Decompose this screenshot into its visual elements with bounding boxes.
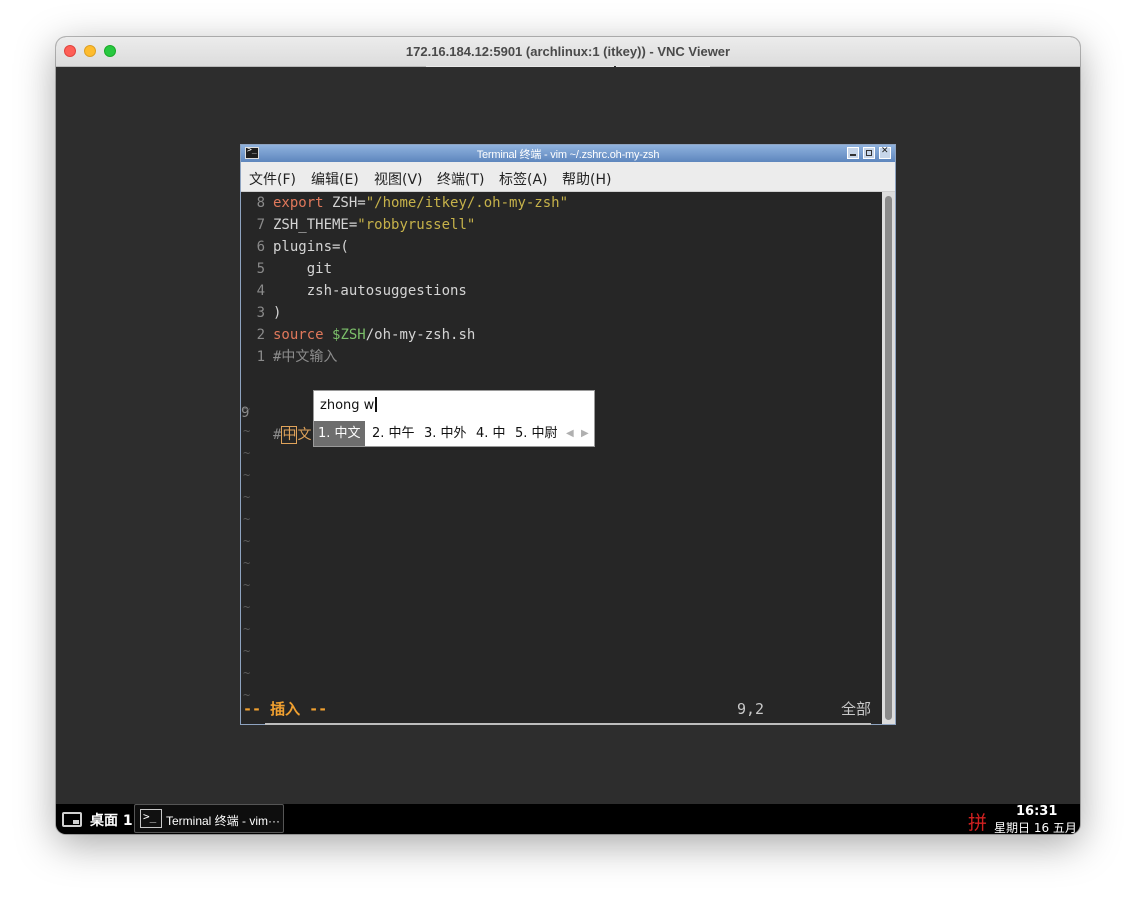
code-token: git xyxy=(273,261,333,277)
vnc-window-title: 172.16.184.12:5901 (archlinux:1 (itkey))… xyxy=(405,44,731,59)
code-token: export xyxy=(273,195,324,211)
ime-preedit: zhong w xyxy=(320,397,378,413)
terminal-title: Terminal 终端 - vim ~/.zshrc.oh-my-zsh xyxy=(476,149,660,161)
line-number: 8 xyxy=(256,195,265,211)
menu-edit[interactable]: 编辑(E) xyxy=(311,169,359,189)
empty-line-marker: ~ xyxy=(243,468,251,482)
terminal-icon xyxy=(140,809,162,828)
ime-candidate[interactable]: 4. 中 xyxy=(472,421,510,446)
ime-candidate[interactable]: 5. 中尉 xyxy=(511,421,562,446)
taskbar: 桌面 1 Terminal 终端 - vim··· 拼 16:31 星期日 16… xyxy=(56,804,1080,834)
taskbar-terminal-task[interactable]: Terminal 终端 - vim··· xyxy=(134,804,284,833)
show-desktop-icon[interactable] xyxy=(62,812,82,827)
code-token: $ZSH xyxy=(332,327,366,343)
preedit-text: 文 xyxy=(297,427,312,443)
scrollbar-thumb[interactable] xyxy=(885,196,892,720)
terminal-titlebar[interactable]: Terminal 终端 - vim ~/.zshrc.oh-my-zsh xyxy=(241,145,895,162)
menu-terminal[interactable]: 终端(T) xyxy=(437,169,484,189)
terminal-menubar: 文件(F) 编辑(E) 视图(V) 终端(T) 标签(A) 帮助(H) xyxy=(241,163,895,192)
code-token: "robbyrussell" xyxy=(357,217,476,233)
code-token: ZSH_THEME= xyxy=(273,217,358,233)
code-token: zsh-autosuggestions xyxy=(273,283,467,299)
menu-view[interactable]: 视图(V) xyxy=(374,169,423,189)
ime-candidate[interactable]: 1. 中文 xyxy=(314,421,365,446)
terminal-minimize-button[interactable] xyxy=(847,147,859,159)
terminal-maximize-button[interactable] xyxy=(863,147,875,159)
vim-statusline: -- 插入 -- 9,2 全部 xyxy=(241,698,882,720)
next-page-icon[interactable]: ▶ xyxy=(581,428,589,439)
terminal-bottom-border xyxy=(265,723,871,725)
line-number: 6 xyxy=(256,239,265,255)
line-number: 1 xyxy=(256,349,265,365)
code-token: ) xyxy=(273,305,282,321)
text-cursor: 中 xyxy=(281,426,298,444)
vnc-viewer-titlebar[interactable]: 172.16.184.12:5901 (archlinux:1 (itkey))… xyxy=(56,37,1080,67)
vim-mode: -- 插入 -- xyxy=(243,700,328,718)
empty-line-marker: ~ xyxy=(243,666,251,680)
menu-help[interactable]: 帮助(H) xyxy=(562,169,611,189)
empty-line-marker: ~ xyxy=(243,424,251,438)
empty-line-marker: ~ xyxy=(243,534,251,548)
ime-candidate-list: ◀ ▶ 1. 中文 2. 中午 3. 中外 4. 中 5. 中尉 xyxy=(314,421,594,446)
line-text: git xyxy=(273,258,332,280)
line-text: ) xyxy=(273,302,281,324)
ime-candidate[interactable]: 3. 中外 xyxy=(420,421,471,446)
prev-page-icon[interactable]: ◀ xyxy=(566,428,574,439)
current-line: 9 #中文 xyxy=(241,380,311,444)
line-text: source $ZSH/oh-my-zsh.sh xyxy=(273,324,475,346)
empty-line-marker: ~ xyxy=(243,446,251,460)
line-text: #中文输入 xyxy=(273,346,337,368)
empty-line-marker: ~ xyxy=(243,600,251,614)
empty-line-marker: ~ xyxy=(243,512,251,526)
menu-tabs[interactable]: 标签(A) xyxy=(499,169,548,189)
code-token: ZSH= xyxy=(323,195,366,211)
empty-line-marker: ~ xyxy=(243,578,251,592)
code-token: "/home/itkey/.oh-my-zsh" xyxy=(365,195,569,211)
empty-line-marker: ~ xyxy=(243,402,251,416)
empty-line-marker: ~ xyxy=(243,644,251,658)
empty-line-marker: ~ xyxy=(243,622,251,636)
line-number: 2 xyxy=(256,327,265,343)
clock-date[interactable]: 星期日 16 五月 xyxy=(994,819,1077,834)
workspace-label[interactable]: 桌面 1 xyxy=(90,810,133,830)
line-number: 4 xyxy=(256,283,265,299)
scroll-percent: 全部 xyxy=(841,700,872,718)
ime-candidate-popup: zhong w ◀ ▶ 1. 中文 2. 中午 3. 中外 4. 中 5. 中尉 xyxy=(313,390,595,447)
empty-line-marker: ~ xyxy=(243,490,251,504)
ime-caret xyxy=(375,397,378,412)
cursor-position: 9,2 xyxy=(737,700,765,718)
terminal-close-button[interactable] xyxy=(879,146,891,159)
line-text: zsh-autosuggestions xyxy=(273,280,467,302)
line-text: ZSH_THEME="robbyrussell" xyxy=(273,214,475,236)
current-line-text: #中文 xyxy=(273,424,311,446)
code-token: /oh-my-zsh.sh xyxy=(365,327,476,343)
line-text: export ZSH="/home/itkey/.oh-my-zsh" xyxy=(273,192,568,214)
vim-editor[interactable]: 9 #中文 -- 插入 -- 9,2 全部 8 export ZSH="/home… xyxy=(241,192,882,724)
line-number: 3 xyxy=(256,305,265,321)
line-number: 5 xyxy=(256,261,265,277)
line-text: plugins=( xyxy=(273,236,349,258)
ime-candidate[interactable]: 2. 中午 xyxy=(368,421,419,446)
empty-line-marker: ~ xyxy=(243,688,251,702)
code-token: source xyxy=(273,327,324,343)
ime-input-text: zhong w xyxy=(320,398,375,413)
line-number: 7 xyxy=(256,217,265,233)
taskbar-task-label: Terminal 终端 - vim··· xyxy=(166,814,280,828)
code-token: plugins=( xyxy=(273,239,349,255)
ime-pinyin-indicator[interactable]: 拼 xyxy=(968,808,987,834)
code-token: #中文输入 xyxy=(273,349,338,365)
clock-time[interactable]: 16:31 xyxy=(1016,804,1057,819)
terminal-scrollbar[interactable] xyxy=(882,192,895,724)
empty-line-marker: ~ xyxy=(243,556,251,570)
menu-file[interactable]: 文件(F) xyxy=(249,169,296,189)
